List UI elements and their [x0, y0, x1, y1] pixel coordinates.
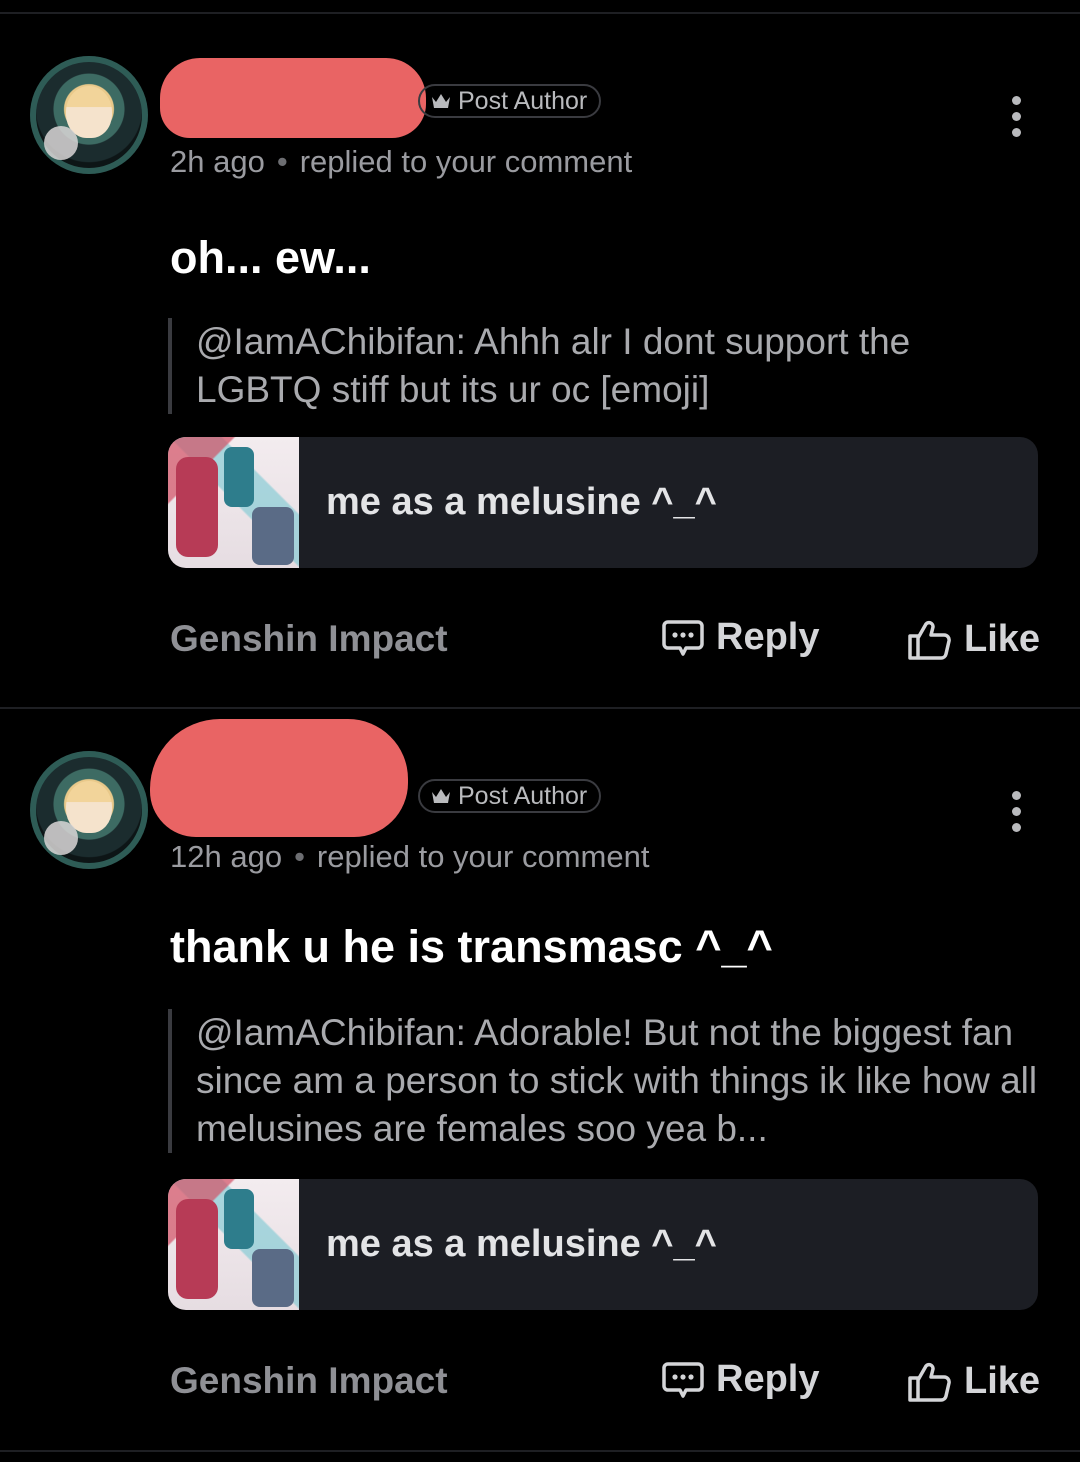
thumbs-up-icon: [908, 620, 951, 660]
avatar[interactable]: [30, 56, 148, 174]
reply-label: Reply: [716, 1357, 820, 1400]
comment-meta: 2h ago • replied to your comment: [170, 144, 632, 180]
redacted-username: [160, 58, 426, 138]
post-card[interactable]: me as a melusine ^_^: [168, 1179, 1038, 1310]
comment-notification[interactable]: Post Author 12h ago • replied to your comm…: [0, 709, 1080, 1454]
reply-label: Reply: [716, 615, 820, 658]
comment-body: oh... ew...: [170, 232, 371, 283]
post-author-badge: Post Author: [418, 84, 602, 118]
more-vertical-icon: [1011, 791, 1021, 800]
topic-link[interactable]: Genshin Impact: [170, 618, 448, 660]
more-options-button[interactable]: [1004, 96, 1028, 140]
thumbs-up-icon: [908, 1362, 951, 1402]
redacted-username: [150, 719, 408, 837]
like-label: Like: [964, 1359, 1041, 1402]
crown-icon: [432, 789, 450, 803]
comment-icon: [662, 1362, 704, 1398]
topic-link[interactable]: Genshin Impact: [170, 1360, 448, 1402]
like-button[interactable]: Like: [906, 1358, 1040, 1404]
timestamp: 2h ago: [170, 144, 265, 179]
separator: •: [276, 144, 288, 179]
comment-icon: [662, 620, 704, 656]
badge-label: Post Author: [458, 86, 588, 115]
divider: [0, 1450, 1080, 1452]
reply-button[interactable]: Reply: [660, 1356, 819, 1402]
crown-icon: [432, 94, 450, 108]
timestamp: 12h ago: [170, 839, 283, 874]
action-text: replied to your comment: [299, 144, 633, 179]
post-title: me as a melusine ^_^: [326, 481, 717, 523]
comment-notification[interactable]: Post Author 2h ago • replied to your comme…: [0, 0, 1080, 708]
action-text: replied to your comment: [316, 839, 650, 874]
badge-label: Post Author: [458, 781, 588, 810]
like-label: Like: [964, 617, 1041, 660]
comment-meta: 12h ago • replied to your comment: [170, 839, 649, 875]
separator: •: [294, 839, 305, 874]
like-button[interactable]: Like: [906, 616, 1040, 662]
post-author-badge: Post Author: [418, 779, 602, 813]
post-thumbnail: [168, 1179, 299, 1310]
comment-body: thank u he is transmasc ^_^: [170, 921, 773, 972]
avatar[interactable]: [30, 751, 148, 869]
post-title: me as a melusine ^_^: [326, 1223, 717, 1265]
reply-button[interactable]: Reply: [660, 614, 819, 660]
post-card[interactable]: me as a melusine ^_^: [168, 437, 1038, 568]
notification-feed: Post Author 2h ago • replied to your comme…: [0, 0, 1080, 1462]
quoted-comment[interactable]: @IamAChibifan: Adorable! But not the big…: [168, 1009, 1038, 1153]
quoted-comment[interactable]: @IamAChibifan: Ahhh alr I dont support t…: [168, 318, 1038, 414]
more-vertical-icon: [1011, 96, 1021, 105]
more-options-button[interactable]: [1004, 791, 1028, 835]
post-thumbnail: [168, 437, 299, 568]
